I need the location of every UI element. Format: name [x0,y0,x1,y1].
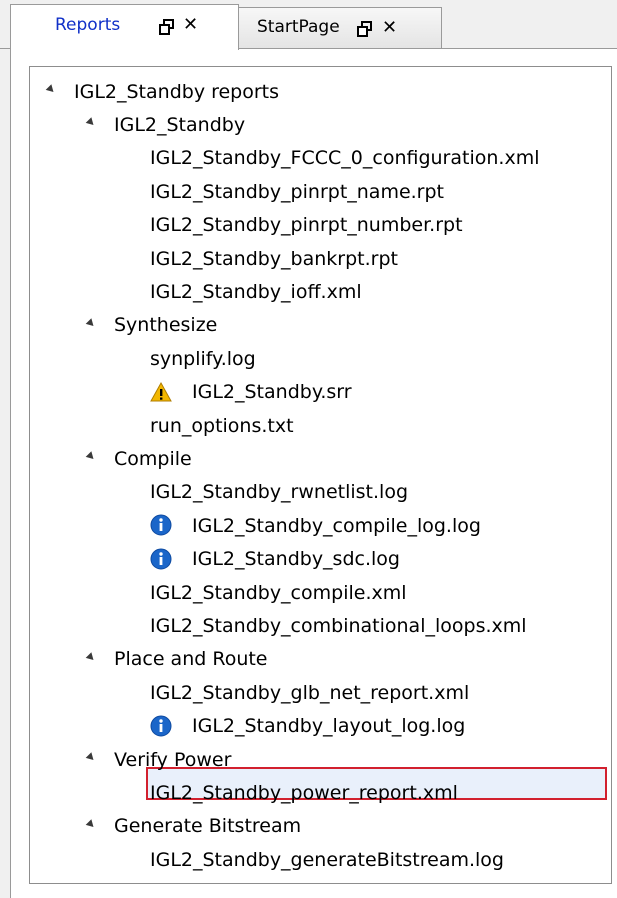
collapse-arrow-icon[interactable] [85,451,97,463]
tree-label: IGL2_Standby_compile_log.log [192,514,481,537]
tree-label: Place and Route [114,648,268,671]
tree-label: IGL2_Standby_ioff.xml [150,280,362,303]
tree-label: IGL2_Standby [114,113,246,136]
tab-reports[interactable]: Reports ✕ [10,4,239,50]
close-icon[interactable]: ✕ [382,19,397,37]
tree-label: IGL2_Standby_power_report.xml [150,781,458,804]
tree-label: IGL2_Standby_generateBitstream.log [150,848,504,871]
close-icon[interactable]: ✕ [183,16,198,34]
tab-startpage[interactable]: StartPage ✕ [239,7,442,49]
tree-label: run_options.txt [150,414,294,437]
info-icon [150,715,172,737]
tree-label: IGL2_Standby_bankrpt.rpt [150,247,398,270]
tree-label: IGL2_Standby_layout_log.log [192,715,466,738]
pin-icon[interactable] [159,19,176,36]
tree-label: IGL2_Standby_rwnetlist.log [150,481,409,504]
collapse-arrow-icon[interactable] [85,117,97,129]
report-tree[interactable]: IGL2_Standby reports IGL2_Standby IGL2_Sta… [29,66,612,884]
tree-label: Compile [114,447,192,470]
tree-label: IGL2_Standby_compile.xml [150,581,407,604]
warning-icon [150,381,172,402]
tree-label: IGL2_Standby_pinrpt_name.rpt [150,180,445,203]
panel-edge [10,49,11,898]
tree-label: IGL2_Standby_FCCC_0_configuration.xml [150,147,540,170]
collapse-arrow-icon[interactable] [85,818,97,830]
tree-label: IGL2_Standby_combinational_loops.xml [150,614,527,637]
tab-strip: Reports ✕ StartPage ✕ [0,0,617,50]
info-icon [150,548,172,570]
tree-label: IGL2_Standby_pinrpt_number.rpt [150,214,463,237]
pin-icon[interactable] [357,21,374,38]
tab-label: Reports [55,15,121,35]
info-icon [150,514,172,536]
tree-label: Synthesize [114,314,218,337]
tree-label: IGL2_Standby reports [74,80,280,103]
tab-label: StartPage [257,17,340,37]
collapse-arrow-icon[interactable] [85,651,97,663]
tree-label: synplify.log [150,347,256,370]
tree-label: Generate Bitstream [114,815,302,838]
collapse-arrow-icon[interactable] [85,752,97,763]
tree-label: IGL2_Standby_glb_net_report.xml [150,681,470,704]
tree-label: IGL2_Standby.srr [192,381,352,404]
collapse-arrow-icon[interactable] [85,317,97,329]
tree-label: Verify Power [114,748,232,771]
tree-label: IGL2_Standby_sdc.log [192,548,400,571]
collapse-arrow-icon[interactable] [45,84,57,95]
